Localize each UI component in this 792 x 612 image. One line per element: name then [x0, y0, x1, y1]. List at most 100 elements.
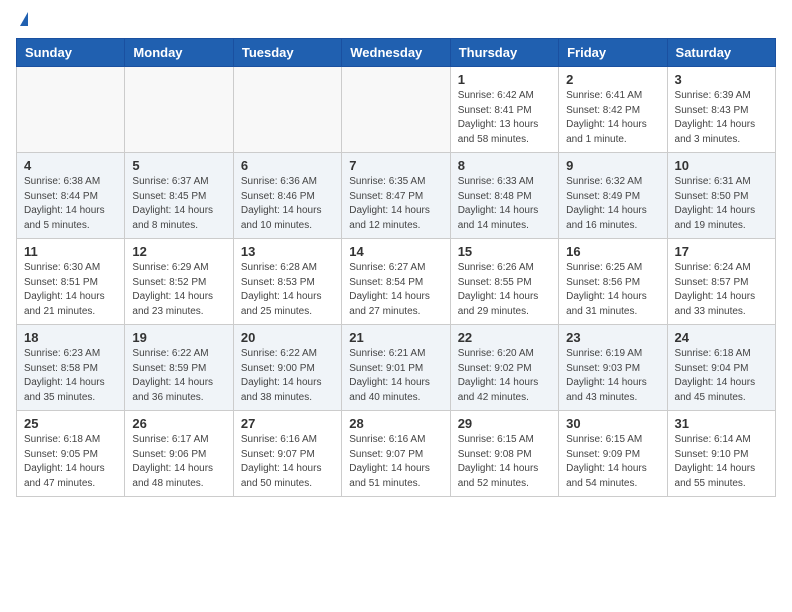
calendar-cell: 27 Sunrise: 6:16 AM Sunset: 9:07 PM Dayli… — [233, 411, 341, 497]
day-number: 30 — [566, 416, 659, 431]
calendar-cell — [125, 67, 233, 153]
day-info: Sunrise: 6:25 AM Sunset: 8:56 PM Dayligh… — [566, 261, 659, 319]
calendar-cell: 10 Sunrise: 6:31 AM Sunset: 8:50 PM Dayli… — [667, 153, 775, 239]
day-info: Sunrise: 6:19 AM Sunset: 9:03 PM Dayligh… — [566, 347, 659, 405]
calendar-cell: 9 Sunrise: 6:32 AM Sunset: 8:49 PM Daylig… — [559, 153, 667, 239]
day-number: 22 — [458, 330, 551, 345]
calendar-cell: 8 Sunrise: 6:33 AM Sunset: 8:48 PM Daylig… — [450, 153, 558, 239]
day-info: Sunrise: 6:18 AM Sunset: 9:05 PM Dayligh… — [24, 433, 117, 491]
day-number: 13 — [241, 244, 334, 259]
calendar-cell: 28 Sunrise: 6:16 AM Sunset: 9:07 PM Dayli… — [342, 411, 450, 497]
calendar-cell: 20Sunrise: 6:22 AM Sunset: 9:00 PM Dayli… — [233, 325, 341, 411]
calendar-cell: 11Sunrise: 6:30 AM Sunset: 8:51 PM Dayli… — [17, 239, 125, 325]
calendar-cell: 21Sunrise: 6:21 AM Sunset: 9:01 PM Dayli… — [342, 325, 450, 411]
day-info: Sunrise: 6:16 AM Sunset: 9:07 PM Dayligh… — [241, 433, 334, 491]
calendar-table: SundayMondayTuesdayWednesdayThursdayFrid… — [16, 38, 776, 497]
calendar-week-row: 18Sunrise: 6:23 AM Sunset: 8:58 PM Dayli… — [17, 325, 776, 411]
day-number: 15 — [458, 244, 551, 259]
logo-triangle-icon — [20, 12, 28, 26]
day-number: 16 — [566, 244, 659, 259]
calendar-week-row: 11Sunrise: 6:30 AM Sunset: 8:51 PM Dayli… — [17, 239, 776, 325]
calendar-cell: 4 Sunrise: 6:38 AM Sunset: 8:44 PM Daylig… — [17, 153, 125, 239]
day-number: 7 — [349, 158, 442, 173]
day-info: Sunrise: 6:20 AM Sunset: 9:02 PM Dayligh… — [458, 347, 551, 405]
day-info: Sunrise: 6:16 AM Sunset: 9:07 PM Dayligh… — [349, 433, 442, 491]
day-number: 17 — [675, 244, 768, 259]
calendar-cell: 1 Sunrise: 6:42 AM Sunset: 8:41 PM Daylig… — [450, 67, 558, 153]
calendar-cell: 17 Sunrise: 6:24 AM Sunset: 8:57 PM Dayli… — [667, 239, 775, 325]
calendar-week-row: 4 Sunrise: 6:38 AM Sunset: 8:44 PM Daylig… — [17, 153, 776, 239]
day-info: Sunrise: 6:24 AM Sunset: 8:57 PM Dayligh… — [675, 261, 768, 319]
day-number: 12 — [132, 244, 225, 259]
day-info: Sunrise: 6:22 AM Sunset: 8:59 PM Dayligh… — [132, 347, 225, 405]
calendar-cell — [233, 67, 341, 153]
calendar-cell: 3 Sunrise: 6:39 AM Sunset: 8:43 PM Daylig… — [667, 67, 775, 153]
day-number: 11 — [24, 244, 117, 259]
day-number: 6 — [241, 158, 334, 173]
day-number: 31 — [675, 416, 768, 431]
weekday-header-row: SundayMondayTuesdayWednesdayThursdayFrid… — [17, 39, 776, 67]
day-number: 9 — [566, 158, 659, 173]
weekday-header-saturday: Saturday — [667, 39, 775, 67]
day-number: 8 — [458, 158, 551, 173]
calendar-cell: 7Sunrise: 6:35 AM Sunset: 8:47 PM Daylig… — [342, 153, 450, 239]
calendar-cell: 2 Sunrise: 6:41 AM Sunset: 8:42 PM Daylig… — [559, 67, 667, 153]
day-number: 19 — [132, 330, 225, 345]
day-number: 29 — [458, 416, 551, 431]
calendar-cell — [17, 67, 125, 153]
day-number: 10 — [675, 158, 768, 173]
day-info: Sunrise: 6:17 AM Sunset: 9:06 PM Dayligh… — [132, 433, 225, 491]
calendar-cell: 12 Sunrise: 6:29 AM Sunset: 8:52 PM Dayli… — [125, 239, 233, 325]
day-number: 4 — [24, 158, 117, 173]
day-number: 28 — [349, 416, 442, 431]
calendar-cell: 14 Sunrise: 6:27 AM Sunset: 8:54 PM Dayli… — [342, 239, 450, 325]
day-info: Sunrise: 6:26 AM Sunset: 8:55 PM Dayligh… — [458, 261, 551, 319]
calendar-cell: 15 Sunrise: 6:26 AM Sunset: 8:55 PM Dayli… — [450, 239, 558, 325]
calendar-cell: 13 Sunrise: 6:28 AM Sunset: 8:53 PM Dayli… — [233, 239, 341, 325]
day-info: Sunrise: 6:39 AM Sunset: 8:43 PM Dayligh… — [675, 89, 768, 147]
weekday-header-friday: Friday — [559, 39, 667, 67]
day-number: 26 — [132, 416, 225, 431]
day-info: Sunrise: 6:15 AM Sunset: 9:08 PM Dayligh… — [458, 433, 551, 491]
day-number: 1 — [458, 72, 551, 87]
calendar-cell: 31Sunrise: 6:14 AM Sunset: 9:10 PM Dayli… — [667, 411, 775, 497]
day-number: 18 — [24, 330, 117, 345]
day-number: 14 — [349, 244, 442, 259]
weekday-header-sunday: Sunday — [17, 39, 125, 67]
weekday-header-tuesday: Tuesday — [233, 39, 341, 67]
calendar-cell: 29 Sunrise: 6:15 AM Sunset: 9:08 PM Dayli… — [450, 411, 558, 497]
weekday-header-wednesday: Wednesday — [342, 39, 450, 67]
day-number: 27 — [241, 416, 334, 431]
logo — [16, 16, 28, 26]
calendar-cell: 30Sunrise: 6:15 AM Sunset: 9:09 PM Dayli… — [559, 411, 667, 497]
day-info: Sunrise: 6:29 AM Sunset: 8:52 PM Dayligh… — [132, 261, 225, 319]
day-info: Sunrise: 6:32 AM Sunset: 8:49 PM Dayligh… — [566, 175, 659, 233]
day-number: 24 — [675, 330, 768, 345]
day-info: Sunrise: 6:28 AM Sunset: 8:53 PM Dayligh… — [241, 261, 334, 319]
calendar-cell: 26 Sunrise: 6:17 AM Sunset: 9:06 PM Dayli… — [125, 411, 233, 497]
day-info: Sunrise: 6:38 AM Sunset: 8:44 PM Dayligh… — [24, 175, 117, 233]
calendar-cell: 16 Sunrise: 6:25 AM Sunset: 8:56 PM Dayli… — [559, 239, 667, 325]
calendar-cell: 18Sunrise: 6:23 AM Sunset: 8:58 PM Dayli… — [17, 325, 125, 411]
day-info: Sunrise: 6:41 AM Sunset: 8:42 PM Dayligh… — [566, 89, 659, 147]
calendar-body: 1 Sunrise: 6:42 AM Sunset: 8:41 PM Daylig… — [17, 67, 776, 497]
day-info: Sunrise: 6:42 AM Sunset: 8:41 PM Dayligh… — [458, 89, 551, 147]
day-info: Sunrise: 6:31 AM Sunset: 8:50 PM Dayligh… — [675, 175, 768, 233]
day-info: Sunrise: 6:33 AM Sunset: 8:48 PM Dayligh… — [458, 175, 551, 233]
day-number: 25 — [24, 416, 117, 431]
day-number: 5 — [132, 158, 225, 173]
day-info: Sunrise: 6:36 AM Sunset: 8:46 PM Dayligh… — [241, 175, 334, 233]
day-number: 2 — [566, 72, 659, 87]
calendar-cell: 19 Sunrise: 6:22 AM Sunset: 8:59 PM Dayli… — [125, 325, 233, 411]
calendar-cell — [342, 67, 450, 153]
day-number: 3 — [675, 72, 768, 87]
day-info: Sunrise: 6:27 AM Sunset: 8:54 PM Dayligh… — [349, 261, 442, 319]
day-number: 20 — [241, 330, 334, 345]
day-number: 21 — [349, 330, 442, 345]
calendar-cell: 22 Sunrise: 6:20 AM Sunset: 9:02 PM Dayli… — [450, 325, 558, 411]
day-info: Sunrise: 6:37 AM Sunset: 8:45 PM Dayligh… — [132, 175, 225, 233]
calendar-cell: 24Sunrise: 6:18 AM Sunset: 9:04 PM Dayli… — [667, 325, 775, 411]
day-number: 23 — [566, 330, 659, 345]
weekday-header-thursday: Thursday — [450, 39, 558, 67]
calendar-cell: 23 Sunrise: 6:19 AM Sunset: 9:03 PM Dayli… — [559, 325, 667, 411]
